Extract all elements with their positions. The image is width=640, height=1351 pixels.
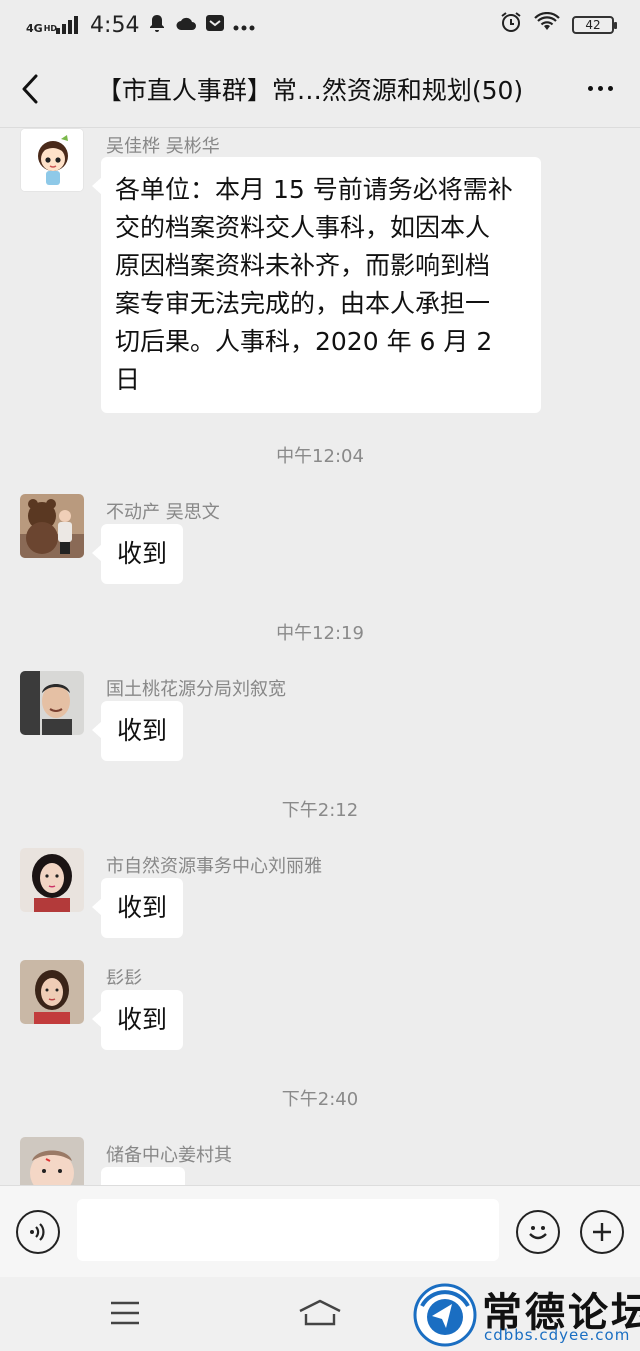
message-bubble[interactable]: 收到 (91, 524, 184, 584)
back-button[interactable] (0, 50, 60, 128)
signal-icon (56, 16, 79, 34)
battery-icon: 42 (572, 16, 617, 34)
sender-name: 不动产 吴思文 (106, 502, 220, 523)
message-bubble[interactable]: 收到 (91, 878, 184, 938)
status-time: 4:54 (90, 12, 140, 38)
home-nav-button[interactable] (298, 1299, 342, 1331)
timestamp: 下午2:12 (281, 800, 359, 821)
message-line: 各单位：本月 15 号前请务必将需补 (115, 175, 513, 204)
message-line: 原因档案资料未补齐，而影响到档 (115, 251, 491, 280)
emoji-button[interactable] (516, 1210, 560, 1254)
sender-name: 市自然资源事务中心刘丽雅 (106, 856, 322, 877)
notification-icon (147, 13, 167, 38)
menu-nav-button[interactable] (110, 1301, 140, 1329)
status-bar: 4G HD 4:54 42 (0, 0, 640, 50)
timestamp: 下午2:40 (281, 1089, 359, 1110)
watermark: 常德论坛 cdbbs.cdyee.com (412, 1278, 640, 1351)
sender-name: 髟髟 (106, 968, 142, 989)
message-list[interactable]: 吴佳桦 吴彬华 各单位：本月 15 号前请务必将需补 交的档案资料交人事科，如因… (0, 128, 640, 1185)
message-bubble[interactable]: 收到 (91, 990, 184, 1050)
battery-level: 42 (585, 18, 601, 32)
message-text: 收到 (117, 539, 168, 568)
sender-name: 储备中心姜村其 (106, 1145, 232, 1166)
more-dots-icon (233, 15, 255, 36)
message-input[interactable] (77, 1199, 499, 1261)
message-bubble[interactable] (101, 1167, 185, 1185)
avatar[interactable] (20, 671, 84, 735)
message-text: 收到 (117, 716, 168, 745)
message-text: 收到 (117, 1005, 168, 1034)
photo-avatar-icon (20, 960, 84, 1024)
photo-avatar-icon (20, 848, 84, 912)
watermark-url: cdbbs.cdyee.com (484, 1326, 631, 1344)
network-indicator: 4G HD (26, 16, 79, 35)
more-functions-button[interactable] (580, 1210, 624, 1254)
message-text: 收到 (117, 893, 168, 922)
message-bubble[interactable]: 收到 (91, 701, 184, 761)
home-icon (299, 1299, 341, 1326)
watermark-logo (413, 1283, 477, 1347)
plus-icon (593, 1223, 611, 1241)
chat-title: 【市直人事群】常…然资源和规划(50) (96, 75, 524, 105)
voice-button[interactable] (16, 1210, 60, 1254)
avatar[interactable] (20, 1137, 84, 1185)
smiley-icon (529, 1226, 547, 1240)
menu-icon (111, 1301, 139, 1325)
avatar[interactable] (20, 960, 84, 1024)
timestamp: 中午12:19 (276, 623, 364, 644)
timestamp: 中午12:04 (276, 446, 364, 467)
avatar[interactable] (20, 848, 84, 912)
network-type: 4G (26, 22, 43, 35)
photo-avatar-icon (20, 671, 84, 735)
photo-avatar-icon (20, 1137, 84, 1185)
chat-info-button[interactable] (560, 86, 640, 91)
voice-icon (30, 1223, 45, 1241)
photo-avatar-icon (20, 494, 84, 558)
mail-icon (205, 13, 225, 38)
input-bar (0, 1185, 640, 1277)
alarm-icon (500, 11, 522, 39)
cloud-icon (175, 14, 197, 37)
chat-header: 【市直人事群】常…然资源和规划(50) (0, 50, 640, 128)
sender-name: 国土桃花源分局刘叙宽 (106, 679, 286, 700)
avatar[interactable] (20, 494, 84, 558)
sender-name: 吴佳桦 吴彬华 (106, 136, 220, 157)
message-line: 交的档案资料交人事科，如因本人 (115, 213, 491, 242)
avatar[interactable] (20, 128, 84, 192)
message-line: 日 (115, 365, 141, 394)
message-line: 切后果。人事科，2020 年 6 月 2 (115, 327, 493, 356)
hd-label: HD (43, 24, 58, 33)
cartoon-girl-avatar-icon (21, 129, 83, 191)
chevron-left-icon (22, 74, 38, 103)
message-line: 案专审无法完成的，由本人承担一 (115, 289, 491, 318)
wifi-icon (534, 11, 560, 38)
message-bubble[interactable]: 各单位：本月 15 号前请务必将需补 交的档案资料交人事科，如因本人 原因档案资… (92, 157, 541, 413)
